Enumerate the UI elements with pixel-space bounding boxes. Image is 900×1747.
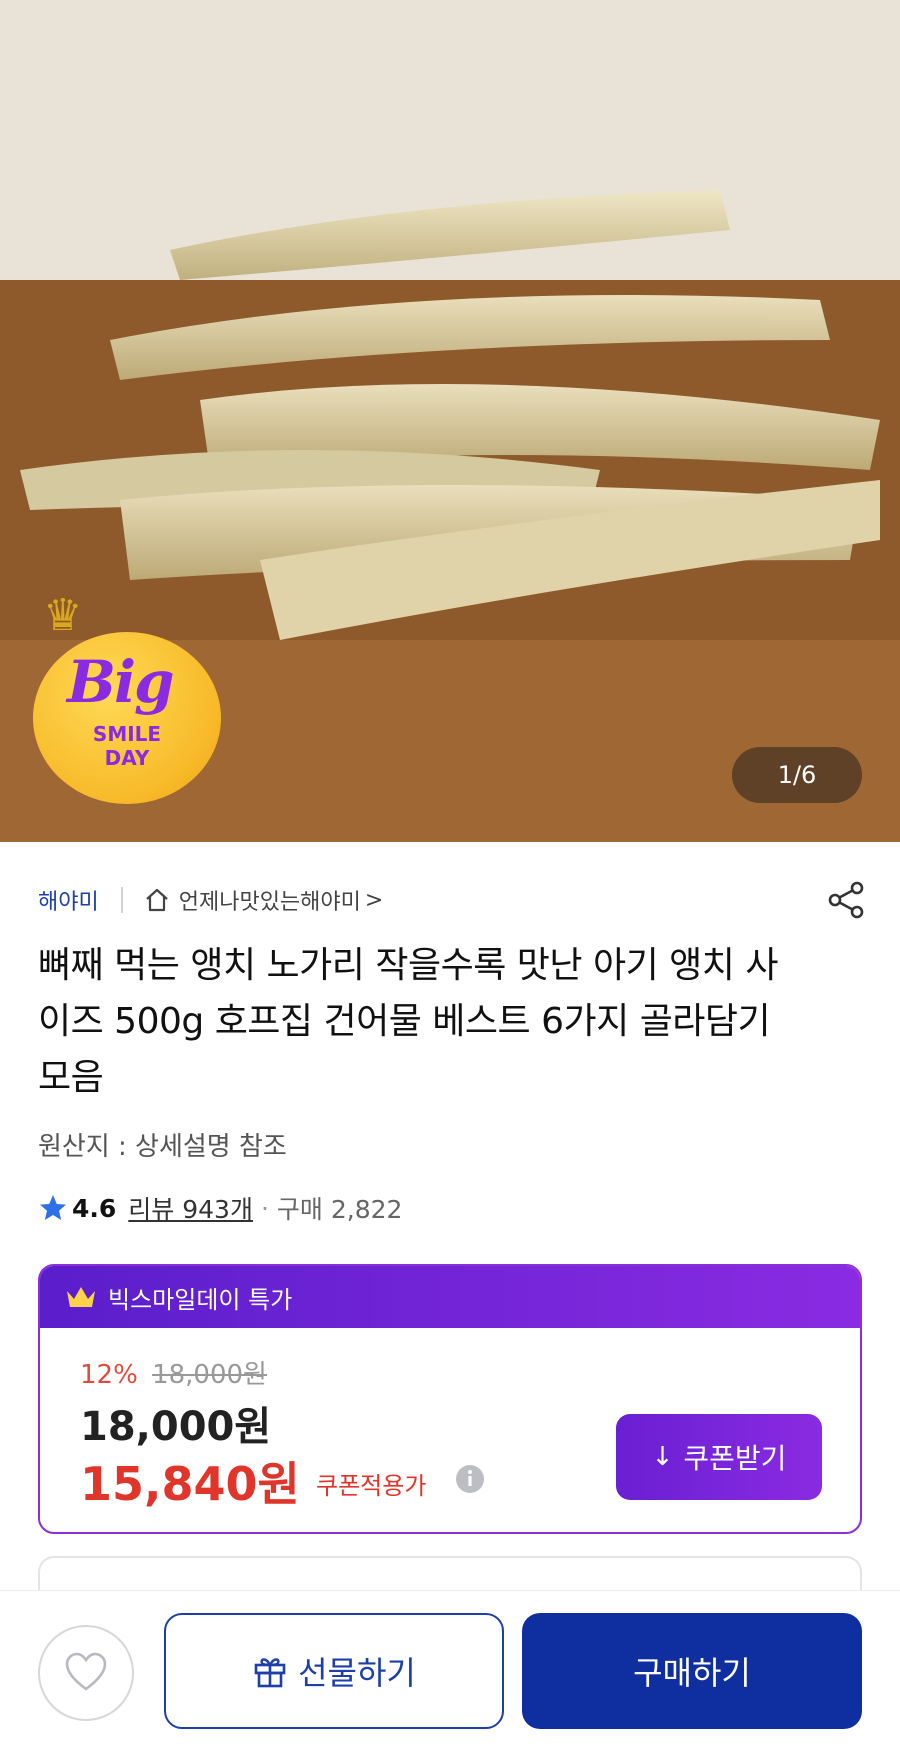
separator-dot: · <box>260 1193 269 1223</box>
wishlist-button[interactable] <box>38 1625 134 1721</box>
crown-icon <box>67 1287 95 1307</box>
gift-icon <box>254 1658 286 1688</box>
price-card: 빅스마일데이 특가 12% 18,000원 18,000원 15,840원 쿠폰… <box>38 1264 862 1534</box>
share-icon[interactable] <box>824 878 868 922</box>
coupon-price: 15,840원 <box>80 1457 300 1511</box>
get-coupon-button[interactable]: ↓ 쿠폰받기 <box>616 1414 822 1500</box>
coupon-note: 쿠폰적용가 <box>316 1472 427 1500</box>
big-smile-day-badge: ♛ Big SMILE DAY <box>33 590 221 804</box>
image-pager: 1/6 <box>732 747 862 803</box>
home-icon <box>145 888 168 912</box>
gift-button[interactable]: 선물하기 <box>164 1613 504 1729</box>
origin-text: 원산지 : 상세설명 참조 <box>38 1132 287 1162</box>
get-coupon-label: 쿠폰받기 <box>683 1442 787 1475</box>
original-price: 18,000원 <box>152 1360 267 1390</box>
info-icon[interactable] <box>454 1463 486 1495</box>
bottom-action-bar: 선물하기 구매하기 <box>0 1590 900 1747</box>
rating-value: 4.6 <box>72 1193 117 1223</box>
sale-price: 18,000원 <box>80 1404 272 1450</box>
product-image-carousel[interactable]: ♛ Big SMILE DAY 1/6 <box>0 0 900 842</box>
discount-line: 12% 18,000원 <box>80 1354 267 1391</box>
store-row: 해야미 언제나맛있는해야미 > <box>38 880 868 920</box>
badge-day-text: DAY <box>104 746 150 770</box>
chevron-right-icon: > <box>364 887 384 913</box>
store-link[interactable]: 언제나맛있는해야미 <box>179 884 361 916</box>
buy-button[interactable]: 구매하기 <box>522 1613 862 1729</box>
reviews-link[interactable]: 리뷰 943개 <box>128 1190 253 1226</box>
heart-icon <box>65 1652 107 1691</box>
product-title: 뼈째 먹는 앵치 노가리 작을수록 맛난 아기 앵치 사이즈 500g 호프집 … <box>38 945 778 1098</box>
badge-smile-text: SMILE <box>92 722 162 746</box>
download-icon: ↓ <box>651 1442 674 1472</box>
purchase-count: 구매 2,822 <box>276 1195 403 1224</box>
brand-link[interactable]: 해야미 <box>38 884 99 916</box>
crown-icon: ♛ <box>43 590 83 641</box>
promo-header: 빅스마일데이 특가 <box>40 1266 860 1328</box>
divider <box>120 887 123 913</box>
badge-big-text: Big <box>67 648 175 716</box>
gift-label: 선물하기 <box>298 1654 416 1692</box>
rating-row: 4.6 리뷰 943개 · 구매 2,822 <box>38 1190 402 1226</box>
star-icon <box>40 1195 66 1220</box>
discount-rate: 12% <box>80 1360 138 1390</box>
promo-title: 빅스마일데이 특가 <box>108 1285 293 1314</box>
